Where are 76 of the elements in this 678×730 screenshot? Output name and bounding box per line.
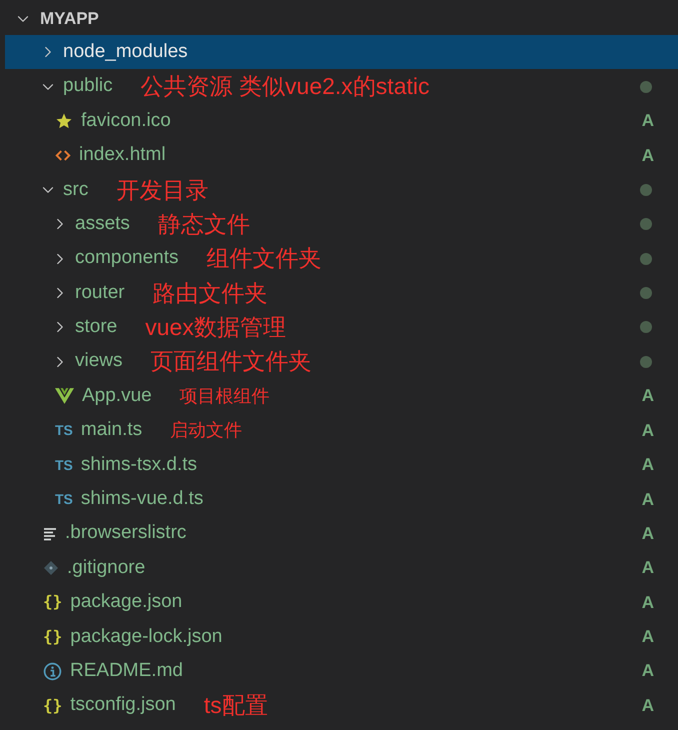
git-status: A (642, 522, 654, 545)
braces-icon: {} (43, 594, 62, 610)
tree-row[interactable]: public 公共资源 类似vue2.x的static (5, 69, 678, 104)
git-status: A (642, 626, 654, 648)
file-name: tsconfig.json (70, 693, 176, 718)
file-name: components (75, 246, 179, 270)
git-status: A (642, 144, 654, 167)
git-status: A (642, 557, 654, 580)
tree-row[interactable]: assets 静态文件 (5, 206, 678, 242)
tree-row[interactable]: TS shims-vue.d.ts A (5, 482, 678, 516)
git-status: A (642, 488, 654, 511)
tree-row[interactable]: {} package.json A (5, 585, 678, 620)
annotation: 页面组件文件夹 (150, 347, 312, 376)
file-name: shims-vue.d.ts (80, 487, 204, 512)
git-status: A (642, 385, 654, 408)
file-name: router (75, 280, 125, 305)
file-name: App.vue (82, 384, 152, 408)
tree-row[interactable]: {} tsconfig.json ts配置 A (5, 688, 678, 723)
typescript-icon: TS (55, 492, 73, 506)
annotation: 启动文件 (170, 418, 242, 442)
typescript-icon: TS (55, 423, 73, 438)
explorer-header[interactable]: MYAPP (0, 2, 678, 35)
project-title: MYAPP (40, 8, 99, 30)
file-name: README.md (70, 658, 183, 683)
annotation: ts配置 (204, 691, 268, 720)
braces-icon: {} (43, 698, 62, 714)
tree-row[interactable]: index.html A (5, 138, 678, 173)
tree-row[interactable]: .gitignore A (5, 550, 678, 586)
tree-row[interactable]: components 组件文件夹 (5, 241, 678, 276)
annotation: vuex数据管理 (145, 313, 286, 342)
tree-row[interactable]: TS shims-tsx.d.ts A (5, 448, 678, 482)
star-icon (55, 112, 73, 130)
tree-row[interactable]: TS main.ts 启动文件 A (5, 413, 678, 448)
vue-logo-icon (55, 388, 74, 404)
file-name: store (75, 315, 118, 340)
braces-icon: {} (43, 628, 62, 645)
tree-row[interactable]: favicon.ico A (5, 104, 678, 138)
tree-row[interactable]: .browserslistrc A (5, 516, 678, 551)
tree-row[interactable]: views 页面组件文件夹 (5, 344, 678, 379)
tree-row[interactable]: README.md A (5, 654, 678, 688)
tree-row[interactable]: node_modules (5, 35, 678, 70)
diamond-icon (43, 560, 59, 576)
file-name: node_modules (63, 40, 188, 64)
git-status: A (642, 110, 654, 132)
git-status: A (642, 454, 654, 476)
info-icon (43, 662, 62, 681)
file-name: package.json (70, 590, 182, 614)
file-name: .gitignore (67, 556, 146, 580)
annotation: 开发目录 (116, 176, 208, 205)
annotation: 项目根组件 (180, 384, 270, 408)
tree-row[interactable]: src 开发目录 (5, 172, 678, 207)
file-name: favicon.ico (81, 108, 171, 133)
annotation: 路由文件夹 (152, 278, 268, 308)
file-name: main.ts (80, 418, 142, 442)
file-name: assets (75, 212, 130, 236)
file-name: .browserslistrc (65, 521, 186, 546)
typescript-icon: TS (55, 458, 73, 472)
git-status: A (642, 660, 654, 682)
file-name: shims-tsx.d.ts (80, 452, 198, 477)
annotation: 静态文件 (158, 210, 250, 239)
code-brackets-icon (55, 148, 71, 162)
file-name: public (63, 74, 113, 98)
tree-row[interactable]: store vuex数据管理 (5, 310, 678, 345)
tree-row[interactable]: router 路由文件夹 (5, 276, 678, 310)
git-status: A (642, 420, 654, 442)
tree-row[interactable]: {} package-lock.json A (5, 620, 678, 654)
file-name: src (63, 178, 88, 202)
git-status: A (642, 592, 654, 614)
annotation: 公共资源 类似vue2.x的static (140, 72, 430, 102)
tree-row[interactable]: App.vue 项目根组件 A (5, 378, 678, 414)
file-name: views (75, 349, 123, 374)
text-lines-icon (43, 526, 57, 541)
file-name: package-lock.json (70, 624, 222, 649)
annotation: 组件文件夹 (206, 244, 322, 274)
git-status: A (642, 694, 654, 717)
file-name: index.html (79, 143, 166, 168)
